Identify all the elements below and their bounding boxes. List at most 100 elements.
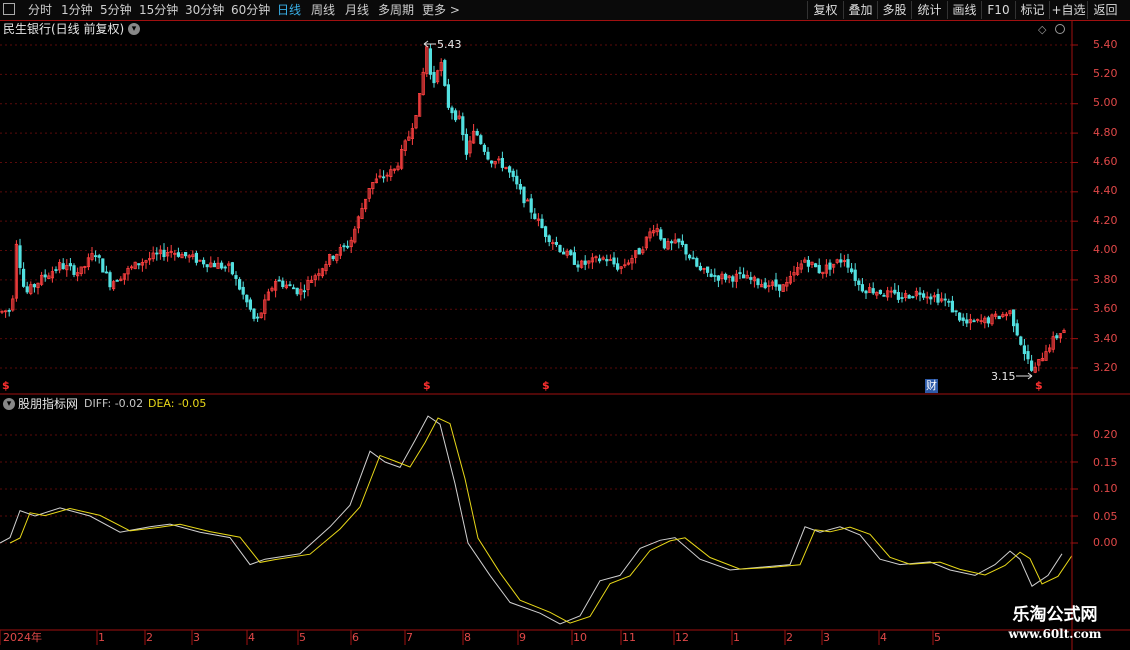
candle-body	[428, 48, 433, 75]
x-axis-label: 9	[519, 631, 526, 644]
price-tick: 4.00	[1093, 243, 1118, 256]
price-tick: 3.20	[1093, 361, 1118, 374]
candle-body	[500, 157, 505, 168]
candle-body	[846, 259, 850, 268]
candle-body	[997, 315, 1001, 320]
settings-circle-icon[interactable]	[1055, 24, 1065, 34]
candle-body	[544, 226, 548, 237]
candle-body	[108, 272, 112, 288]
diamond-icon[interactable]: ◇	[1038, 23, 1046, 37]
candle-body	[1019, 336, 1023, 345]
x-axis-label: 1	[98, 631, 105, 644]
candle-body	[965, 319, 969, 324]
candle-body	[572, 252, 577, 265]
candle-body	[731, 276, 735, 282]
indicator-options-icon[interactable]: ▾	[3, 398, 15, 410]
candle-body	[94, 255, 98, 258]
indicator-name[interactable]: 股朋指标网	[18, 397, 78, 411]
x-axis-label: 2	[146, 631, 153, 644]
candle-body	[137, 263, 141, 266]
candle-body	[223, 266, 227, 269]
candle-body	[713, 275, 717, 277]
candle-body	[432, 72, 436, 84]
price-tick: 3.80	[1093, 273, 1118, 286]
high-price-label: 5.43	[437, 38, 462, 51]
x-axis-label: 11	[622, 631, 636, 644]
candle-body	[576, 264, 580, 268]
price-tick: 3.60	[1093, 302, 1118, 315]
candle-body	[453, 110, 458, 121]
indicator-tick: 0.10	[1093, 482, 1118, 495]
candle-body	[806, 259, 811, 267]
x-axis-label: 3	[823, 631, 830, 644]
candle-body	[18, 245, 22, 268]
candle-body	[295, 287, 299, 295]
candle-body	[72, 265, 76, 275]
price-tick: 3.40	[1093, 332, 1118, 345]
candle-body	[637, 248, 641, 255]
watermark-title: 乐淘公式网	[1012, 605, 1098, 625]
indicator-tick: 0.00	[1093, 536, 1118, 549]
candle-body	[302, 290, 307, 293]
candle-body	[954, 310, 958, 313]
dea-line	[9, 417, 1073, 624]
candle-body	[659, 229, 663, 240]
dividend-marker[interactable]: $	[2, 379, 10, 393]
candle-body	[381, 176, 386, 179]
macd-lines	[0, 415, 1073, 625]
candle-body	[475, 131, 479, 136]
candle-body	[183, 251, 188, 257]
indicator-tick: 0.05	[1093, 510, 1118, 523]
candle-body	[698, 265, 703, 271]
candle-body	[929, 296, 933, 300]
candle-body	[688, 254, 692, 259]
price-tick: 4.40	[1093, 184, 1118, 197]
dividend-marker[interactable]: $	[1035, 379, 1043, 393]
candle-body	[450, 107, 454, 114]
candle-body	[162, 249, 166, 258]
candle-body	[947, 300, 951, 303]
candle-body	[922, 293, 926, 298]
candle-body	[860, 284, 865, 292]
candle-body	[738, 272, 742, 275]
candle-body	[479, 135, 483, 145]
watermark: 乐淘公式网 www.60lt.com	[985, 604, 1125, 650]
kline-chart[interactable]	[0, 0, 1130, 650]
dividend-marker[interactable]: $	[423, 379, 431, 393]
candle-body	[864, 290, 868, 294]
candle-body	[936, 294, 940, 303]
candle-body	[695, 258, 699, 267]
x-axis-label: 4	[880, 631, 887, 644]
candle-body	[828, 262, 832, 270]
candle-body	[749, 277, 753, 280]
candle-body	[950, 300, 955, 313]
candle-body	[598, 258, 602, 262]
candle-body	[522, 186, 526, 204]
price-tick: 4.60	[1093, 155, 1118, 168]
candle-body	[1015, 323, 1019, 336]
candle-body	[569, 250, 573, 256]
chart-options-icon[interactable]: ▾	[128, 23, 140, 35]
candle-body	[972, 320, 976, 323]
candle-body	[709, 273, 713, 277]
candle-body	[101, 258, 105, 273]
candle-body	[194, 252, 198, 263]
candle-body	[464, 133, 469, 155]
candle-body	[1012, 309, 1016, 327]
candle-body	[176, 252, 180, 257]
chart-annotations	[423, 40, 1033, 380]
candle-body	[605, 258, 609, 262]
low-price-label: 3.15	[991, 370, 1016, 383]
finance-report-badge[interactable]: 财	[925, 379, 938, 393]
candle-body	[853, 269, 857, 281]
price-tick: 5.20	[1093, 67, 1118, 80]
candle-body	[616, 263, 620, 270]
candle-body	[680, 240, 685, 245]
candle-body	[288, 284, 292, 287]
x-axis-label: 1	[733, 631, 740, 644]
candle-body	[677, 238, 681, 243]
dividend-marker[interactable]: $	[542, 379, 550, 393]
candle-body	[61, 263, 65, 270]
low-arrow	[1016, 372, 1033, 380]
candle-body	[104, 271, 108, 274]
